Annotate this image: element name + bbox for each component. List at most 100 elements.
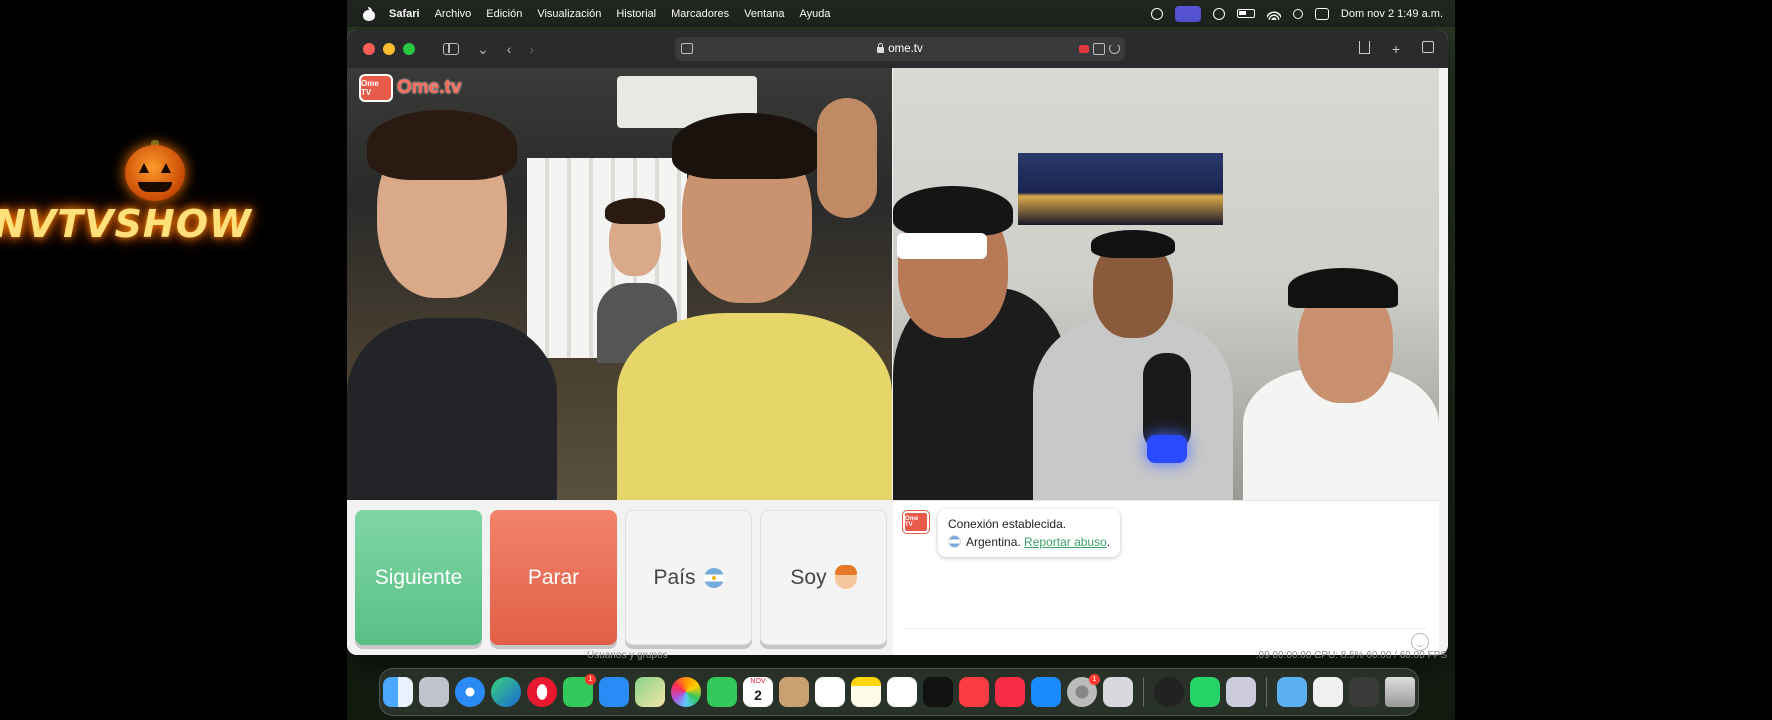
battery-icon[interactable] [1236,9,1255,18]
menu-bar: Safari Archivo Edición Visualización His… [347,0,1455,27]
obs-icon[interactable] [1154,677,1184,707]
menu-historial[interactable]: Historial [616,8,656,20]
menu-edicion[interactable]: Edición [486,8,522,20]
menu-ventana[interactable]: Ventana [744,8,784,20]
calendar-day: 2 [754,687,762,703]
maps-icon[interactable] [635,677,665,707]
ometv-chat-avatar: Ome TV [903,511,929,533]
emoji-icon[interactable] [1411,633,1429,651]
ometv-logo-icon: Ome TV [359,74,393,102]
news-icon[interactable] [995,677,1025,707]
close-window-button[interactable] [363,43,375,55]
background-window-strip: Usuarios y grupos .09 00:00:00 CPU: 8.5%… [587,650,1447,664]
minimize-window-button[interactable] [383,43,395,55]
zoom-window-button[interactable] [403,43,415,55]
menubar-clock[interactable]: Dom nov 2 1:49 a.m. [1341,8,1443,20]
messages-badge: 1 [585,674,596,685]
ometv-page: Ome TV Ome.tv Siguiente Parar País Soy O… [347,68,1448,655]
safari-toolbar: ⌄ ‹ › ome.tv + [347,30,1448,68]
messages-icon[interactable]: 1 [563,674,596,707]
new-tab-icon[interactable]: + [1392,41,1400,57]
partner-country-line: Argentina. Reportar abuso. [948,533,1110,551]
menu-ayuda[interactable]: Ayuda [800,8,831,20]
iphone-mirroring-icon[interactable] [1103,677,1133,707]
mac-desktop: Safari Archivo Edición Visualización His… [347,0,1455,720]
trash-icon[interactable] [1385,677,1415,707]
page-menu-icon[interactable] [681,43,693,54]
back-button[interactable]: ‹ [507,42,512,56]
contacts-icon[interactable] [779,677,809,707]
connection-status: Conexión establecida. [948,517,1067,531]
next-button[interactable]: Siguiente [355,510,482,645]
mail-icon[interactable] [599,677,629,707]
stream-overlay-logo: NVTVSHOW [0,140,251,260]
photos-icon[interactable] [671,677,701,707]
menu-marcadores[interactable]: Marcadores [671,8,729,20]
reload-icon[interactable] [1109,43,1120,54]
sidebar-toggle-icon[interactable] [443,43,459,55]
country-button-label: País [653,565,696,589]
lock-icon [877,43,885,53]
calendar-icon[interactable]: NOV 2 [743,677,773,707]
finder-icon[interactable] [383,677,413,707]
wifi-icon[interactable] [1266,7,1281,20]
ometv-logo-text: Ome.tv [397,77,462,98]
whatsapp-icon[interactable] [1190,677,1220,707]
menu-visualizacion[interactable]: Visualización [537,8,601,20]
report-abuse-link[interactable]: Reportar abuso [1024,535,1107,549]
share-icon[interactable] [1358,41,1370,54]
url-text[interactable]: ome.tv [888,43,923,55]
apple-tv-icon[interactable] [923,677,953,707]
forward-button[interactable]: › [529,42,534,56]
focus-icon[interactable] [1150,7,1163,20]
apple-menu-icon[interactable] [363,6,375,21]
chat-input[interactable] [905,628,1427,629]
stream-brand-text: NVTVSHOW [0,202,252,246]
settings-badge: 1 [1089,674,1100,685]
applications-folder-icon[interactable] [1277,677,1307,707]
app-store-icon[interactable] [1031,677,1061,707]
background-stats-text: .09 00:00:00 CPU: 8.5% 60.00 / 60.00 FPS [1255,650,1447,661]
stop-button-label: Parar [527,565,580,589]
chevron-down-icon[interactable]: ⌄ [477,42,489,56]
facetime-icon[interactable] [707,677,737,707]
microphone [1143,353,1191,463]
country-button[interactable]: País [625,510,752,645]
ometv-logo[interactable]: Ome TV Ome.tv [359,74,461,102]
address-bar[interactable]: ome.tv [675,37,1125,61]
system-message: Conexión establecida. Argentina. Reporta… [938,509,1121,557]
wall-painting [1018,153,1223,225]
play-icon[interactable] [1212,7,1225,20]
keyboard-folder-icon[interactable] [1349,677,1379,707]
music-icon[interactable] [959,677,989,707]
menu-app-name[interactable]: Safari [389,8,420,20]
launchpad-icon[interactable] [419,677,449,707]
notes-icon[interactable] [851,677,881,707]
control-center-icon[interactable] [1314,7,1329,20]
stop-button[interactable]: Parar [490,510,617,645]
tab-overview-icon[interactable] [1422,41,1434,53]
partner-country: Argentina. [966,535,1021,549]
menu-archivo[interactable]: Archivo [435,8,472,20]
dock-separator-2 [1266,677,1267,707]
argentina-flag-small-icon [948,535,961,548]
screen-recording-icon[interactable] [1174,5,1201,22]
safari-icon[interactable] [455,677,485,707]
freeform-icon[interactable] [887,677,917,707]
chat-controls: Siguiente Parar País Soy [355,510,887,645]
pumpkin-icon [125,145,185,201]
edge-icon[interactable] [491,677,521,707]
dock: 1 NOV 2 1 [379,668,1419,716]
spotlight-search-icon[interactable] [1292,8,1303,19]
preview-icon[interactable] [1226,677,1256,707]
remote-video [893,68,1439,500]
translate-icon[interactable] [1093,43,1105,55]
reminders-icon[interactable] [815,677,845,707]
gender-button-label: Soy [790,565,827,589]
gender-button[interactable]: Soy [760,510,887,645]
opera-icon[interactable] [527,677,557,707]
downloads-folder-icon[interactable] [1313,677,1343,707]
chat-panel: Ome TV Conexión establecida. Argentina. … [893,500,1439,655]
camera-in-use-icon[interactable] [1079,45,1089,53]
system-settings-icon[interactable]: 1 [1067,674,1100,707]
